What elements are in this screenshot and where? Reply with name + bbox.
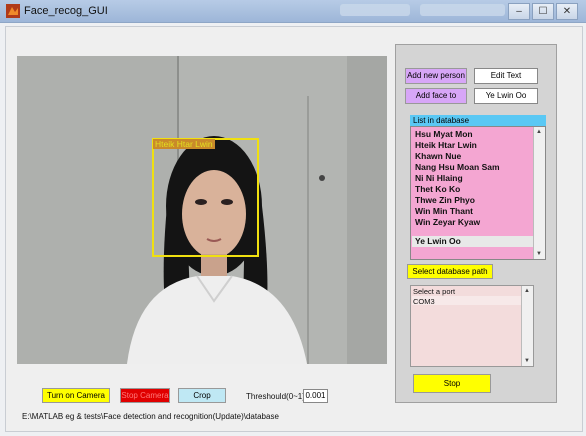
matlab-app-icon: [6, 4, 20, 18]
add-new-person-button[interactable]: Add new person: [405, 68, 467, 84]
port-prompt[interactable]: Select a port: [413, 287, 455, 296]
window-controls: – ☐ ✕: [508, 3, 578, 20]
select-database-path-button[interactable]: Select database path: [407, 264, 493, 279]
list-item[interactable]: Thwe Zin Phyo: [415, 195, 475, 205]
title-bar-blur: [340, 4, 410, 16]
turn-on-camera-button[interactable]: Turn on Camera: [42, 388, 110, 403]
maximize-button[interactable]: ☐: [532, 3, 554, 20]
title-bar: Face_recog_GUI – ☐ ✕: [0, 0, 586, 23]
list-item[interactable]: Nang Hsu Moan Sam: [415, 162, 500, 172]
list-item[interactable]: Win Zeyar Kyaw: [415, 217, 480, 227]
scroll-up-icon[interactable]: ▲: [536, 129, 542, 135]
crop-button[interactable]: Crop: [178, 388, 226, 403]
list-scrollbar[interactable]: ▲ ▼: [533, 127, 545, 259]
scroll-down-icon[interactable]: ▼: [524, 358, 530, 364]
database-path-text: E:\MATLAB eg & tests\Face detection and …: [22, 412, 279, 421]
list-item[interactable]: Khawn Nue: [415, 151, 461, 161]
matlab-figure-window: Face_recog_GUI – ☐ ✕ Hteik Htar Lwin Tur…: [0, 0, 586, 436]
add-face-target-field[interactable]: Ye Lwin Oo: [474, 88, 538, 104]
threshold-input[interactable]: 0.001: [303, 389, 328, 403]
list-item[interactable]: Hsu Myat Mon: [415, 129, 473, 139]
stop-button[interactable]: Stop: [413, 374, 491, 393]
face-label: Hteik Htar Lwin: [153, 139, 215, 149]
scroll-down-icon[interactable]: ▼: [536, 251, 542, 257]
stop-camera-button[interactable]: Stop Camera: [120, 388, 170, 403]
person-list[interactable]: Hsu Myat Mon Hteik Htar Lwin Khawn Nue N…: [410, 126, 546, 260]
face-detection-box: [152, 138, 259, 257]
list-item[interactable]: Hteik Htar Lwin: [415, 140, 477, 150]
close-button[interactable]: ✕: [556, 3, 578, 20]
minimize-button[interactable]: –: [508, 3, 530, 20]
scroll-up-icon[interactable]: ▲: [524, 288, 530, 294]
window-title: Face_recog_GUI: [24, 5, 108, 17]
list-item[interactable]: Ye Lwin Oo: [415, 236, 461, 246]
list-in-database-heading: List in database: [410, 115, 546, 126]
port-scrollbar[interactable]: ▲ ▼: [521, 286, 533, 366]
list-item[interactable]: Thet Ko Ko: [415, 184, 460, 194]
list-item[interactable]: Ni Ni Hlaing: [415, 173, 463, 183]
threshold-label: Threshould(0~1): [246, 392, 305, 401]
list-item[interactable]: Win Min Thant: [415, 206, 473, 216]
title-bar-blur: [420, 4, 505, 16]
port-item[interactable]: COM3: [413, 297, 435, 306]
port-list[interactable]: Select a port COM3 ▲ ▼: [410, 285, 534, 367]
add-face-to-button[interactable]: Add face to: [405, 88, 467, 104]
person-name-field[interactable]: Edit Text: [474, 68, 538, 84]
